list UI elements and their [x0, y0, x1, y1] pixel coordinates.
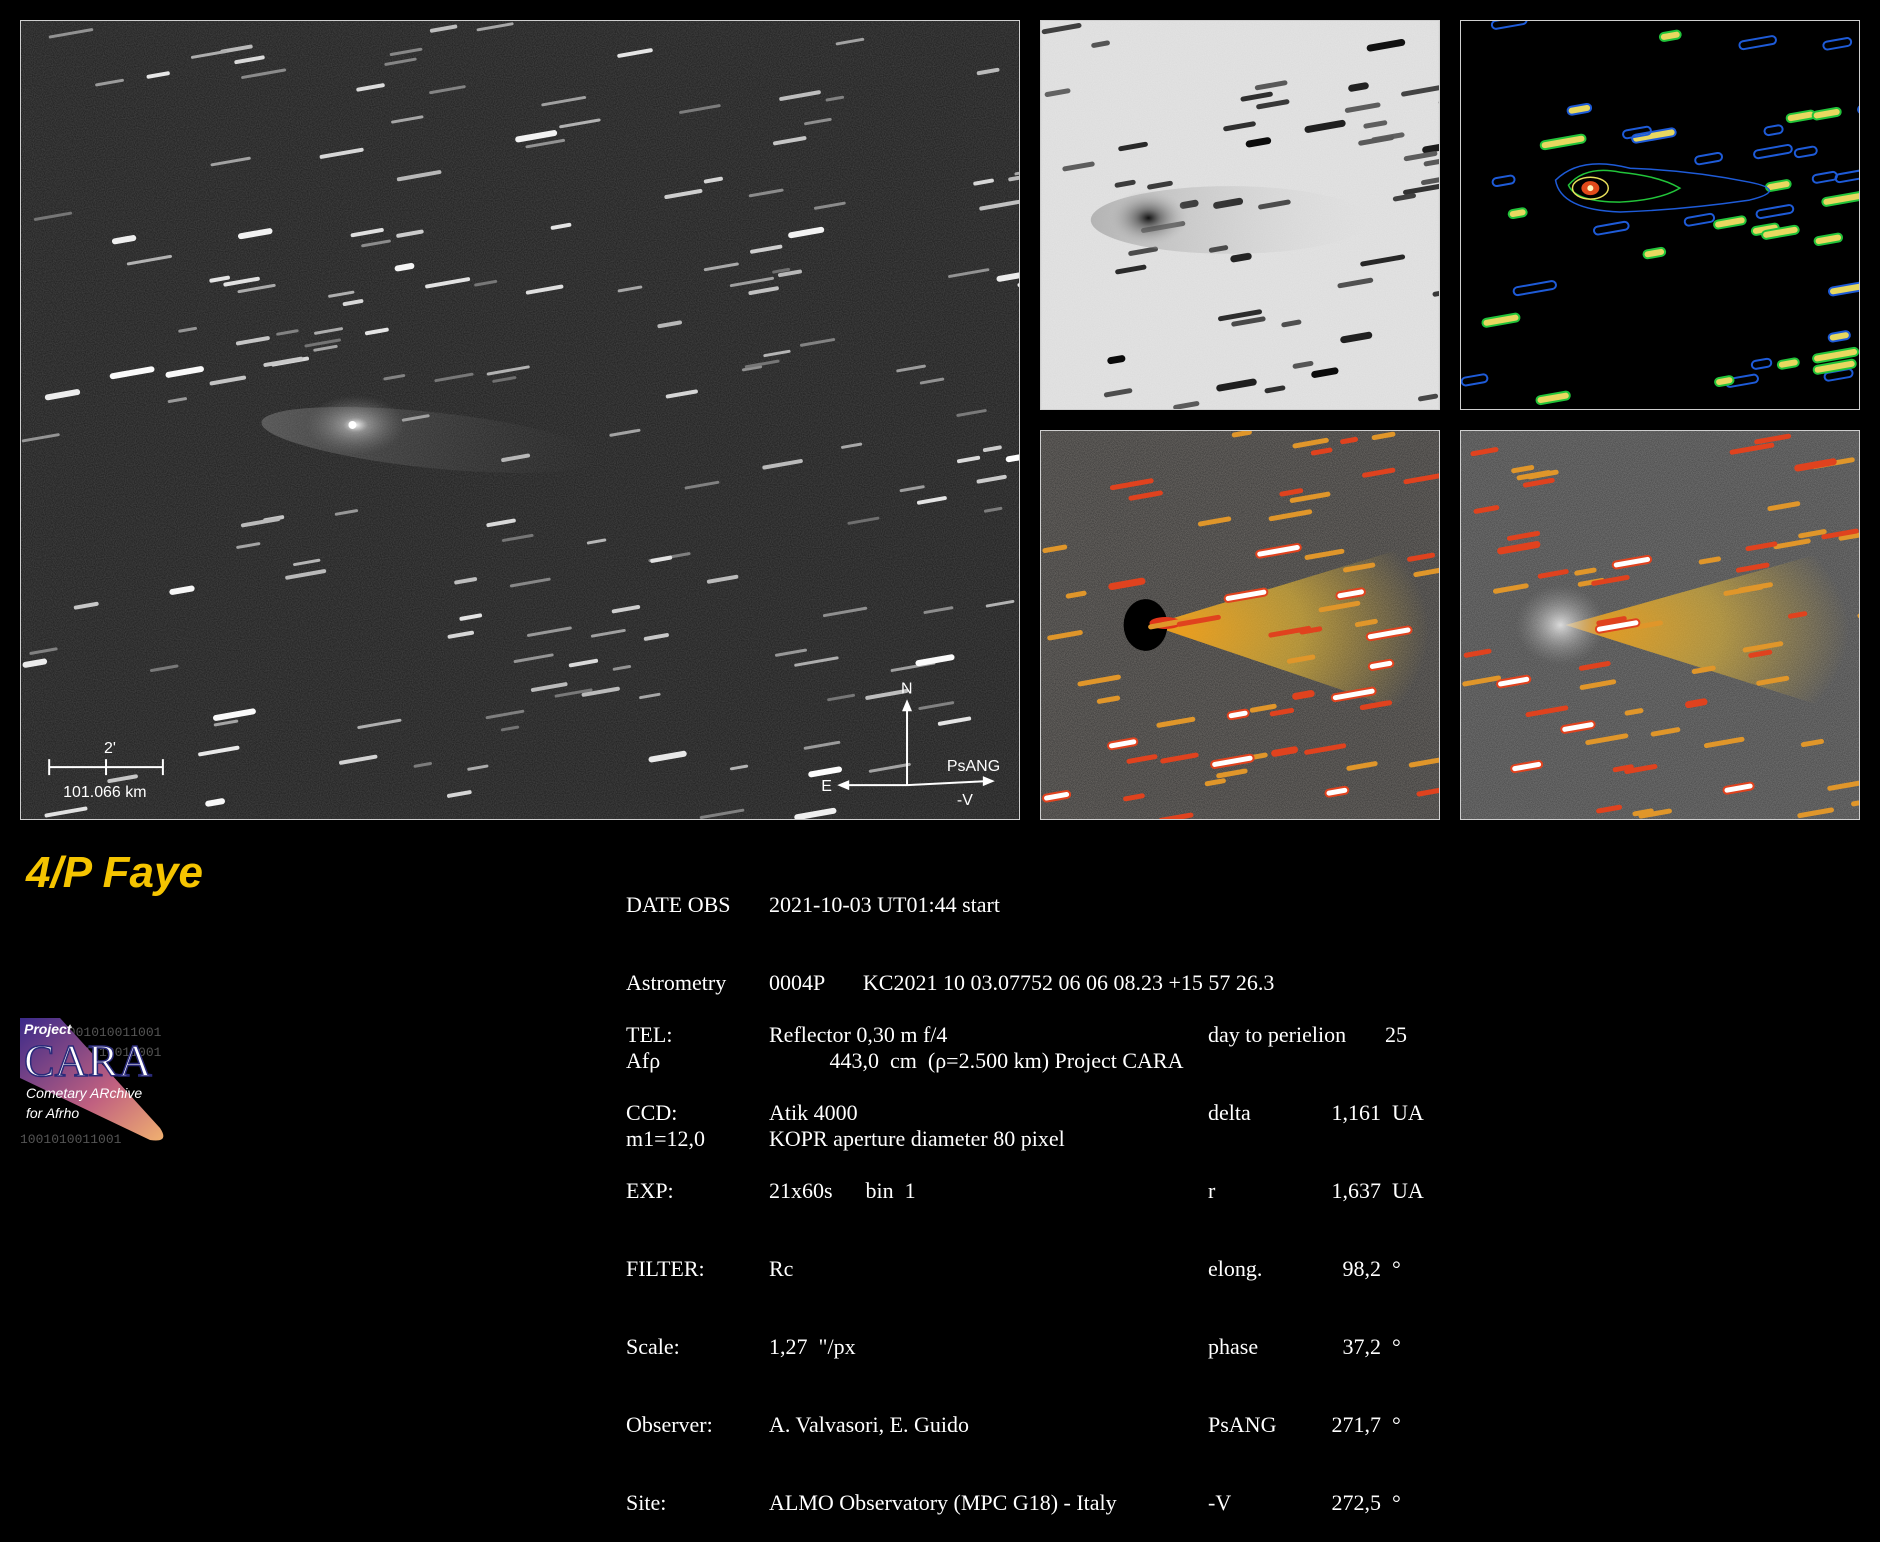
geometry-value: 271,7 °: [1304, 1412, 1401, 1437]
contour-image-canvas: [1461, 21, 1859, 409]
setup-label: EXP:: [626, 1178, 674, 1203]
comet-main-image: 2' 101.066 km N E PsANG -V: [20, 20, 1020, 820]
setup-block: TEL: Reflector 0,30 m f/4 CCD: Atik 4000 E…: [626, 970, 1206, 1542]
comet-inverted-image: [1040, 20, 1440, 410]
geometry-row: r 1,637 UA: [1208, 1178, 1508, 1204]
geometry-label: r: [1208, 1178, 1216, 1203]
geometry-row: -V 272,5 °: [1208, 1490, 1508, 1516]
setup-label: Site:: [626, 1490, 667, 1515]
setup-row: CCD: Atik 4000: [626, 1100, 1206, 1126]
observation-value: 2021-10-03 UT01:44 start: [769, 892, 1000, 917]
setup-label: FILTER:: [626, 1256, 705, 1281]
scale-distance-label: 101.066 km: [63, 784, 146, 801]
processed-image-1-canvas: [1041, 431, 1439, 819]
setup-label: Observer:: [626, 1412, 713, 1437]
geometry-row: delta 1,161 UA: [1208, 1100, 1508, 1126]
processed-image-2-canvas: [1461, 431, 1859, 819]
geometry-value: 272,5 °: [1304, 1490, 1401, 1515]
geometry-row: phase 37,2 °: [1208, 1334, 1508, 1360]
geometry-value: 25: [1385, 1022, 1407, 1047]
comet-contour-image: [1460, 20, 1860, 410]
setup-row: Observer: A. Valvasori, E. Guido: [626, 1412, 1206, 1438]
geometry-label: -V: [1208, 1490, 1232, 1515]
compass-psang-label: PsANG: [947, 758, 1000, 775]
geometry-value: 1,161 UA: [1304, 1100, 1424, 1125]
setup-value: Reflector 0,30 m f/4: [769, 1022, 948, 1047]
comet-processed-image-1: [1040, 430, 1440, 820]
svg-text:1001010011001: 1001010011001: [20, 1132, 122, 1147]
comet-coma: [1108, 190, 1189, 246]
setup-row: TEL: Reflector 0,30 m f/4: [626, 1022, 1206, 1048]
setup-value: ALMO Observatory (MPC G18) - Italy: [769, 1490, 1117, 1515]
geometry-label: PsANG: [1208, 1412, 1277, 1437]
geometry-label: delta: [1208, 1100, 1251, 1125]
compass-east-label: E: [821, 778, 832, 795]
setup-value: 21x60s bin 1: [769, 1178, 916, 1203]
setup-label: TEL:: [626, 1022, 673, 1047]
project-cara-logo: 1001010011001 1001010011001 100101001100…: [20, 1018, 180, 1148]
geometry-row: elong. 98,2 °: [1208, 1256, 1508, 1282]
observation-label: DATE OBS: [626, 892, 731, 917]
logo-line2-text: for Afrho: [26, 1105, 79, 1121]
geometry-label: phase: [1208, 1334, 1259, 1359]
setup-row: FILTER: Rc: [626, 1256, 1206, 1282]
geometry-value: 98,2 °: [1304, 1256, 1401, 1281]
setup-row: Scale: 1,27 "/px: [626, 1334, 1206, 1360]
comet-coma: [1515, 585, 1606, 665]
inverted-image-canvas: [1041, 21, 1439, 409]
comet-title: 4/P Faye: [26, 848, 203, 897]
logo-line1-text: Cometary ARchive: [26, 1085, 142, 1101]
geometry-row: day to perielion 25: [1208, 1022, 1508, 1048]
setup-value: Atik 4000: [769, 1100, 858, 1125]
geometry-label: day to perielion: [1208, 1022, 1347, 1047]
setup-value: 1,27 "/px: [769, 1334, 856, 1359]
comet-nucleus: [348, 420, 357, 429]
logo-name-text: CARA: [24, 1035, 152, 1086]
comet-processed-image-2: [1460, 430, 1860, 820]
setup-row: Site: ALMO Observatory (MPC G18) - Italy: [626, 1490, 1206, 1516]
setup-value: A. Valvasori, E. Guido: [769, 1412, 970, 1437]
main-image-canvas: 2' 101.066 km N E PsANG -V: [21, 21, 1019, 819]
setup-label: Scale:: [626, 1334, 680, 1359]
compass-north-label: N: [901, 680, 913, 697]
setup-value: Rc: [769, 1256, 794, 1281]
compass-minus-v-label: -V: [957, 792, 973, 809]
geometry-block: day to perielion 25 delta 1,161 UA r 1,63…: [1208, 970, 1508, 1542]
scale-angle-label: 2': [104, 740, 116, 757]
observation-row: DATE OBS 2021-10-03 UT01:44 start: [626, 892, 1386, 918]
geometry-value: 1,637 UA: [1304, 1178, 1424, 1203]
geometry-value: 37,2 °: [1304, 1334, 1401, 1359]
geometry-label: elong.: [1208, 1256, 1263, 1281]
setup-row: EXP: 21x60s bin 1: [626, 1178, 1206, 1204]
geometry-row: PsANG 271,7 °: [1208, 1412, 1508, 1438]
setup-label: CCD:: [626, 1100, 678, 1125]
